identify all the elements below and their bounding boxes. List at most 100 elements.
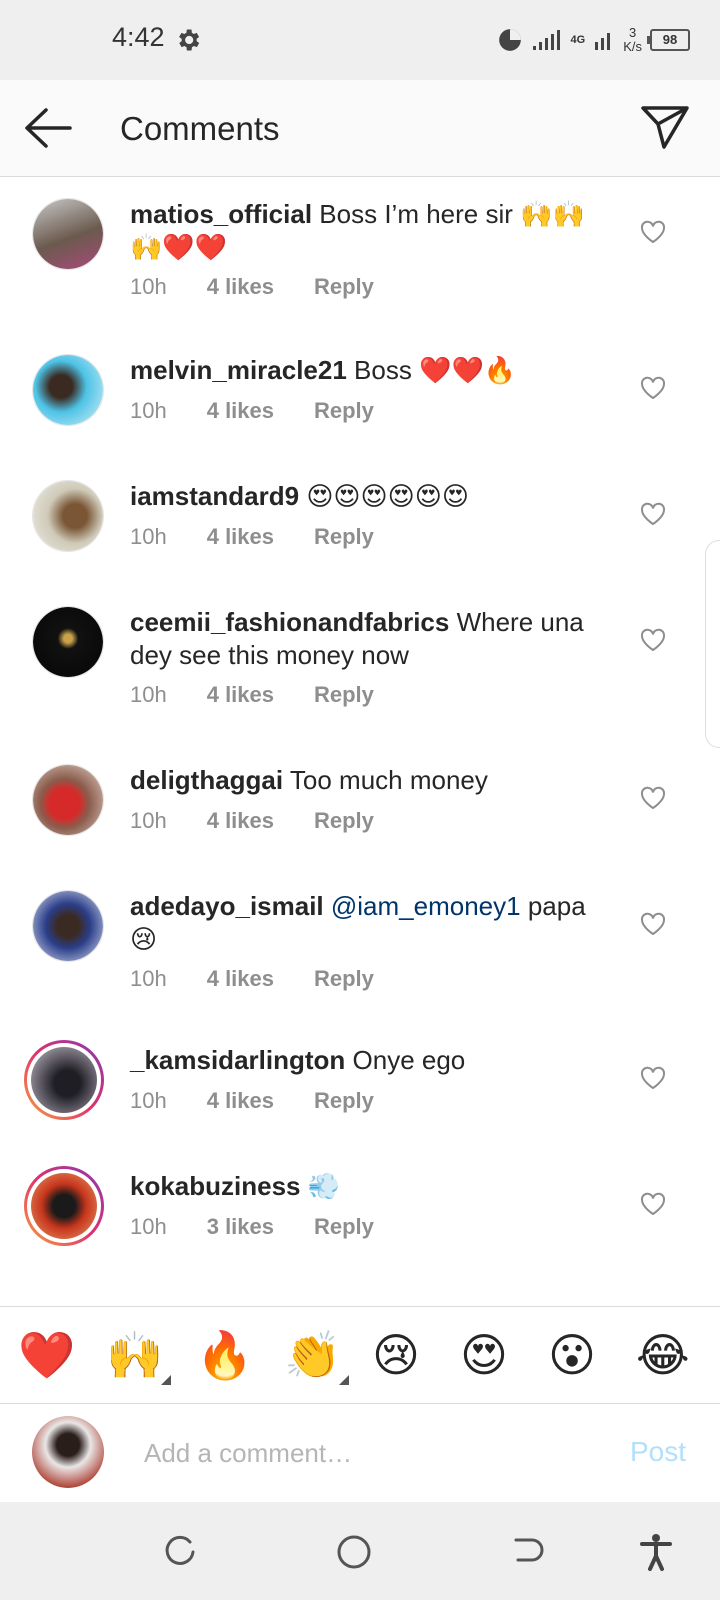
emoji-heart-eyes-button[interactable]: 😍: [460, 1329, 508, 1381]
comment-username[interactable]: matios_official: [130, 199, 312, 229]
settings-gear-icon: [179, 29, 200, 51]
like-heart-icon[interactable]: [640, 220, 666, 244]
avatar[interactable]: [32, 354, 104, 426]
signal-icon-2: [595, 33, 611, 50]
comment-time: 10h: [130, 808, 167, 833]
data-saver-icon: [498, 29, 521, 51]
comment-username[interactable]: adedayo_ismail: [130, 891, 324, 921]
comment-username[interactable]: kokabuziness: [130, 1171, 301, 1201]
avatar-with-story[interactable]: [24, 1166, 104, 1246]
comment-input[interactable]: [142, 1428, 586, 1478]
network-speed-value: 3: [628, 25, 637, 40]
comment-text: melvin_miracle21 Boss ❤️❤️🔥: [130, 354, 610, 387]
home-icon[interactable]: [334, 1532, 374, 1572]
current-user-avatar: [32, 1416, 104, 1488]
status-time: 4:42: [112, 22, 165, 52]
avatar-with-story[interactable]: [24, 1040, 104, 1120]
reply-button[interactable]: Reply: [314, 1214, 374, 1240]
like-heart-icon[interactable]: [640, 786, 666, 810]
comment-text: adedayo_ismail @iam_emoney1 papa 😢: [130, 890, 610, 956]
battery-indicator: 98: [647, 29, 690, 51]
skin-tone-indicator: [339, 1375, 350, 1385]
comment-body: 💨: [307, 1171, 341, 1201]
comment-text: iamstandard9 😍😍😍😍😍😍: [130, 480, 610, 513]
comment-likes[interactable]: 3 likes: [207, 1214, 274, 1240]
reply-button[interactable]: Reply: [314, 398, 374, 424]
comment-username[interactable]: deligthaggai: [130, 765, 283, 795]
reply-button[interactable]: Reply: [314, 524, 374, 550]
reply-button[interactable]: Reply: [314, 682, 374, 708]
comment-meta: 10h 4 likes Reply: [130, 966, 374, 992]
emoji-clap-button[interactable]: 👏: [284, 1329, 350, 1385]
like-heart-icon[interactable]: [640, 502, 666, 526]
comment-text: deligthaggai Too much money: [130, 764, 610, 797]
avatar[interactable]: [32, 890, 104, 962]
signal-icon: [532, 30, 560, 50]
like-heart-icon[interactable]: [640, 1066, 666, 1090]
back-arrow-icon[interactable]: [22, 106, 74, 150]
network-speed-unit: K/s: [623, 39, 642, 54]
comment-time: 10h: [130, 1088, 167, 1113]
reply-button[interactable]: Reply: [314, 274, 374, 300]
edge-panel-handle[interactable]: [705, 540, 720, 748]
reply-button[interactable]: Reply: [314, 1088, 374, 1114]
comment-likes[interactable]: 4 likes: [207, 398, 274, 424]
comment-list[interactable]: matios_official Boss I’m here sir 🙌🙌🙌❤️❤…: [0, 178, 720, 1304]
comments-header: Comments: [0, 80, 720, 177]
comment-username[interactable]: melvin_miracle21: [130, 355, 347, 385]
reply-button[interactable]: Reply: [314, 966, 374, 992]
avatar[interactable]: [32, 606, 104, 678]
recents-icon[interactable]: [160, 1532, 200, 1572]
comment-text: ceemii_fashionandfabrics Where una dey s…: [130, 606, 610, 672]
avatar[interactable]: [32, 764, 104, 836]
comment-username[interactable]: _kamsidarlington: [130, 1045, 345, 1075]
like-heart-icon[interactable]: [640, 1192, 666, 1216]
avatar[interactable]: [32, 198, 104, 270]
status-indicators: 4G 3 K/s 98: [497, 22, 690, 58]
comment-time: 10h: [130, 524, 167, 549]
comment-likes[interactable]: 4 likes: [207, 682, 274, 708]
comment-meta: 10h 3 likes Reply: [130, 1214, 374, 1240]
like-heart-icon[interactable]: [640, 912, 666, 936]
comment-time: 10h: [130, 274, 167, 299]
comment-time: 10h: [130, 682, 167, 707]
network-speed: 3 K/s: [623, 26, 642, 54]
skin-tone-indicator: [161, 1375, 172, 1385]
comment-username[interactable]: ceemii_fashionandfabrics: [130, 607, 449, 637]
emoji-clap-glyph: 👏: [284, 1329, 342, 1381]
emoji-crying-button[interactable]: 😢: [372, 1329, 420, 1381]
accessibility-icon[interactable]: [636, 1532, 676, 1572]
comment-meta: 10h 4 likes Reply: [130, 1088, 374, 1114]
avatar[interactable]: [32, 480, 104, 552]
comment-body: Boss ❤️❤️🔥: [354, 355, 517, 385]
reply-button[interactable]: Reply: [314, 808, 374, 834]
comment-username[interactable]: iamstandard9: [130, 481, 299, 511]
comment-time: 10h: [130, 1214, 167, 1239]
comment-likes[interactable]: 4 likes: [207, 808, 274, 834]
comment-text: kokabuziness 💨: [130, 1170, 610, 1203]
comment-mention[interactable]: @iam_emoney1: [331, 891, 521, 921]
back-nav-icon[interactable]: [506, 1532, 546, 1572]
page-title: Comments: [120, 110, 280, 147]
comment-likes[interactable]: 4 likes: [207, 1088, 274, 1114]
comment-body: 😍😍😍😍😍😍: [306, 481, 469, 511]
emoji-fire-button[interactable]: 🔥: [196, 1329, 253, 1381]
system-nav-bar: [0, 1502, 720, 1600]
comment-meta: 10h 4 likes Reply: [130, 682, 374, 708]
like-heart-icon[interactable]: [640, 628, 666, 652]
comment-body: Onye ego: [352, 1045, 466, 1075]
emoji-surprised-button[interactable]: 😮: [548, 1329, 596, 1381]
comment-likes[interactable]: 4 likes: [207, 524, 274, 550]
comment-text: matios_official Boss I’m here sir 🙌🙌🙌❤️❤…: [130, 198, 610, 264]
direct-send-icon[interactable]: [640, 104, 690, 150]
post-button[interactable]: Post: [630, 1436, 686, 1468]
emoji-laughing-button[interactable]: 😂: [636, 1329, 690, 1381]
comment-composer: Post: [0, 1404, 720, 1502]
emoji-heart-button[interactable]: ❤️: [18, 1329, 75, 1381]
comment-likes[interactable]: 4 likes: [207, 274, 274, 300]
network-type: 4G: [570, 34, 586, 46]
comment-likes[interactable]: 4 likes: [207, 966, 274, 992]
like-heart-icon[interactable]: [640, 376, 666, 400]
comment-time: 10h: [130, 966, 167, 991]
emoji-raised-hands-button[interactable]: 🙌: [106, 1329, 172, 1385]
